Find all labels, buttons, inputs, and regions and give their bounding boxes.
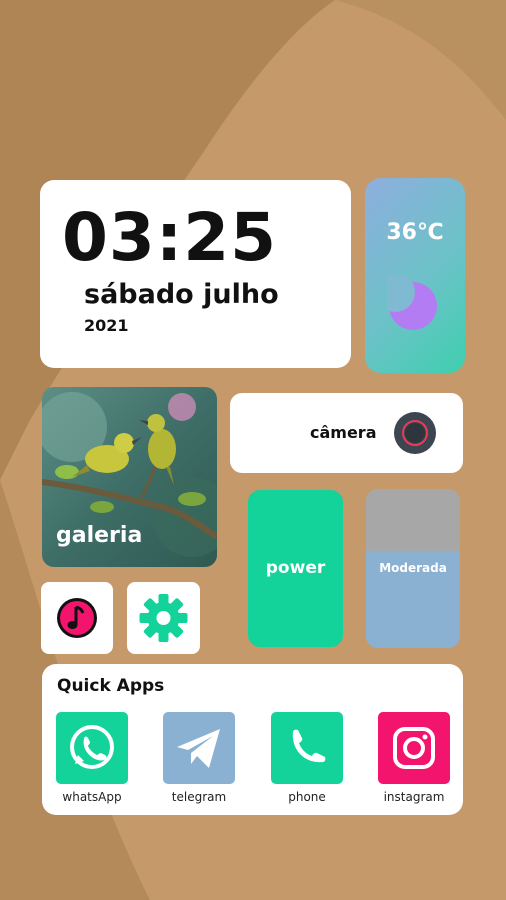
app-whatsapp[interactable]: whatsApp [48, 712, 138, 812]
weather-widget[interactable]: 36℃ [365, 178, 465, 373]
settings-button[interactable] [127, 582, 200, 654]
power-label: power [265, 558, 326, 578]
telegram-icon [177, 729, 220, 768]
clock-widget[interactable]: 03:25 sábado julho 2021 [40, 180, 351, 368]
gallery-label: galeria [56, 523, 143, 548]
camera-lens-icon [394, 412, 436, 454]
camera-widget[interactable]: câmera [230, 393, 463, 473]
instagram-tile[interactable] [378, 712, 450, 784]
phone-icon [292, 729, 326, 763]
quick-apps-title: Quick Apps [57, 676, 165, 696]
clock-date: sábado julho [84, 279, 279, 310]
power-button[interactable]: power [248, 490, 343, 647]
app-phone[interactable]: phone [263, 712, 353, 812]
whatsapp-icon [70, 725, 114, 769]
phone-tile[interactable] [271, 712, 343, 784]
app-name: instagram [383, 790, 445, 804]
instagram-icon [393, 727, 435, 769]
camera-label: câmera [310, 423, 377, 442]
telegram-tile[interactable] [163, 712, 235, 784]
brightness-track [366, 489, 460, 551]
app-name: whatsApp [62, 790, 122, 804]
app-telegram[interactable]: telegram [155, 712, 245, 812]
gear-icon [139, 594, 188, 642]
brightness-label: Moderada [379, 561, 447, 575]
gallery-widget[interactable]: galeria [42, 387, 217, 567]
whatsapp-tile[interactable] [56, 712, 128, 784]
app-name: telegram [171, 790, 227, 804]
quick-apps-panel: Quick Apps whatsApp telegram phone insta… [42, 664, 463, 815]
music-button[interactable] [41, 582, 113, 654]
app-instagram[interactable]: instagram [370, 712, 460, 812]
moon-icon [387, 276, 437, 330]
app-name: phone [288, 790, 326, 804]
clock-time: 03:25 [62, 199, 278, 276]
music-note-icon [57, 598, 97, 638]
brightness-slider[interactable]: Moderada [366, 489, 460, 648]
clock-year: 2021 [84, 316, 129, 335]
weather-temperature: 36℃ [386, 220, 444, 245]
